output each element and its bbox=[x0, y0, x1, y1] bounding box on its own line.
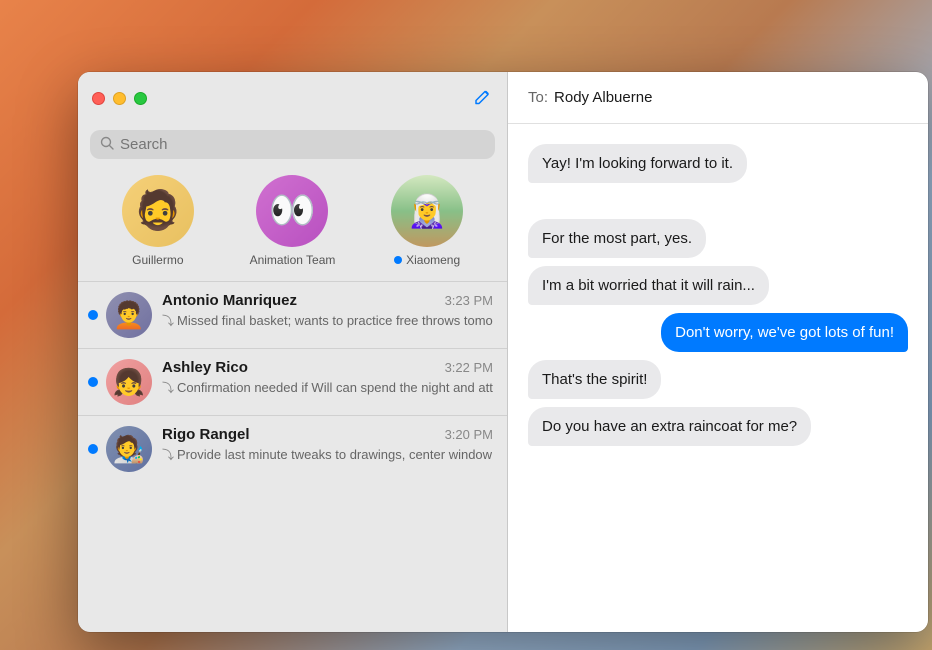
antonio-time: 3:23 PM bbox=[445, 293, 493, 308]
message-row-sent: Don't worry, we've got lots of fun! bbox=[528, 313, 908, 352]
search-icon bbox=[100, 136, 114, 153]
animation-team-avatar: 👀 bbox=[256, 175, 328, 247]
rigo-name: Rigo Rangel bbox=[162, 426, 250, 443]
contact-guillermo[interactable]: 🧔 Guillermo bbox=[122, 175, 194, 267]
titlebar bbox=[78, 72, 507, 124]
ashley-preview-icon: ⤵ bbox=[162, 379, 174, 396]
antonio-preview: ⤵ Missed final basket; wants to practice… bbox=[162, 312, 493, 329]
contact-xiaomeng[interactable]: 🧝‍♀️ Xiaomeng bbox=[391, 175, 463, 267]
chat-panel: To: Rody Albuerne Yay! I'm looking forwa… bbox=[508, 72, 928, 632]
compose-button[interactable] bbox=[473, 87, 493, 110]
rigo-preview: ⤵ Provide last minute tweaks to drawings… bbox=[162, 446, 493, 463]
recipient-name: Rody Albuerne bbox=[554, 89, 652, 106]
rigo-content: Rigo Rangel 3:20 PM ⤵ Provide last minut… bbox=[162, 426, 493, 463]
guillermo-emoji: 🧔 bbox=[134, 189, 181, 233]
guillermo-name: Guillermo bbox=[132, 253, 183, 267]
to-label: To: bbox=[528, 89, 548, 106]
sidebar: 🧔 Guillermo 👀 Animation Team 🧝‍♀️ Xiaome… bbox=[78, 72, 508, 632]
ashley-avatar: 👧 bbox=[106, 359, 152, 405]
message-row-received: Yay! I'm looking forward to it. bbox=[528, 144, 908, 183]
spacer bbox=[528, 191, 908, 211]
xiaomeng-name: Xiaomeng bbox=[394, 253, 460, 267]
list-item[interactable]: 🧑‍🎨 Rigo Rangel 3:20 PM ⤵ Provide last m… bbox=[78, 415, 507, 482]
bubble-received: That's the spirit! bbox=[528, 360, 661, 399]
search-bar bbox=[90, 130, 495, 159]
ashley-name: Ashley Rico bbox=[162, 359, 248, 376]
animation-team-emoji: 👀 bbox=[269, 189, 316, 233]
maximize-button[interactable] bbox=[134, 92, 147, 105]
animation-team-name: Animation Team bbox=[250, 253, 336, 267]
ashley-time: 3:22 PM bbox=[445, 360, 493, 375]
message-row-received: For the most part, yes. bbox=[528, 219, 908, 258]
ashley-preview: ⤵ Confirmation needed if Will can spend … bbox=[162, 379, 493, 396]
xiaomeng-avatar: 🧝‍♀️ bbox=[391, 175, 463, 247]
rigo-header: Rigo Rangel 3:20 PM bbox=[162, 426, 493, 443]
bubble-received: Yay! I'm looking forward to it. bbox=[528, 144, 747, 183]
unread-indicator bbox=[88, 377, 98, 387]
chat-messages: Yay! I'm looking forward to it. For the … bbox=[508, 124, 928, 632]
search-input[interactable] bbox=[120, 136, 485, 153]
minimize-button[interactable] bbox=[113, 92, 126, 105]
chat-header: To: Rody Albuerne bbox=[508, 72, 928, 124]
bubble-received: Do you have an extra raincoat for me? bbox=[528, 407, 811, 446]
antonio-header: Antonio Manriquez 3:23 PM bbox=[162, 292, 493, 309]
list-item[interactable]: 🧑‍🦱 Antonio Manriquez 3:23 PM ⤵ Missed f… bbox=[78, 281, 507, 348]
xiaomeng-image: 🧝‍♀️ bbox=[391, 175, 463, 247]
ashley-content: Ashley Rico 3:22 PM ⤵ Confirmation neede… bbox=[162, 359, 493, 396]
rigo-preview-icon: ⤵ bbox=[162, 446, 174, 463]
bubble-received: For the most part, yes. bbox=[528, 219, 706, 258]
message-row-received: That's the spirit! bbox=[528, 360, 908, 399]
antonio-avatar: 🧑‍🦱 bbox=[106, 292, 152, 338]
bubble-sent: Don't worry, we've got lots of fun! bbox=[661, 313, 908, 352]
close-button[interactable] bbox=[92, 92, 105, 105]
antonio-content: Antonio Manriquez 3:23 PM ⤵ Missed final… bbox=[162, 292, 493, 329]
window-controls bbox=[92, 92, 147, 105]
message-row-received: Do you have an extra raincoat for me? bbox=[528, 407, 908, 446]
unread-indicator bbox=[88, 444, 98, 454]
rigo-time: 3:20 PM bbox=[445, 427, 493, 442]
message-list: 🧑‍🦱 Antonio Manriquez 3:23 PM ⤵ Missed f… bbox=[78, 281, 507, 632]
rigo-avatar: 🧑‍🎨 bbox=[106, 426, 152, 472]
list-item[interactable]: 👧 Ashley Rico 3:22 PM ⤵ Confirmation nee… bbox=[78, 348, 507, 415]
bubble-received: I'm a bit worried that it will rain... bbox=[528, 266, 769, 305]
antonio-preview-icon: ⤵ bbox=[162, 312, 174, 329]
messages-window: 🧔 Guillermo 👀 Animation Team 🧝‍♀️ Xiaome… bbox=[78, 72, 928, 632]
xiaomeng-online-dot bbox=[394, 256, 402, 264]
message-row-received: I'm a bit worried that it will rain... bbox=[528, 266, 908, 305]
contact-animation-team[interactable]: 👀 Animation Team bbox=[250, 175, 336, 267]
guillermo-avatar: 🧔 bbox=[122, 175, 194, 247]
ashley-header: Ashley Rico 3:22 PM bbox=[162, 359, 493, 376]
antonio-name: Antonio Manriquez bbox=[162, 292, 297, 309]
unread-indicator bbox=[88, 310, 98, 320]
pinned-contacts: 🧔 Guillermo 👀 Animation Team 🧝‍♀️ Xiaome… bbox=[78, 169, 507, 281]
